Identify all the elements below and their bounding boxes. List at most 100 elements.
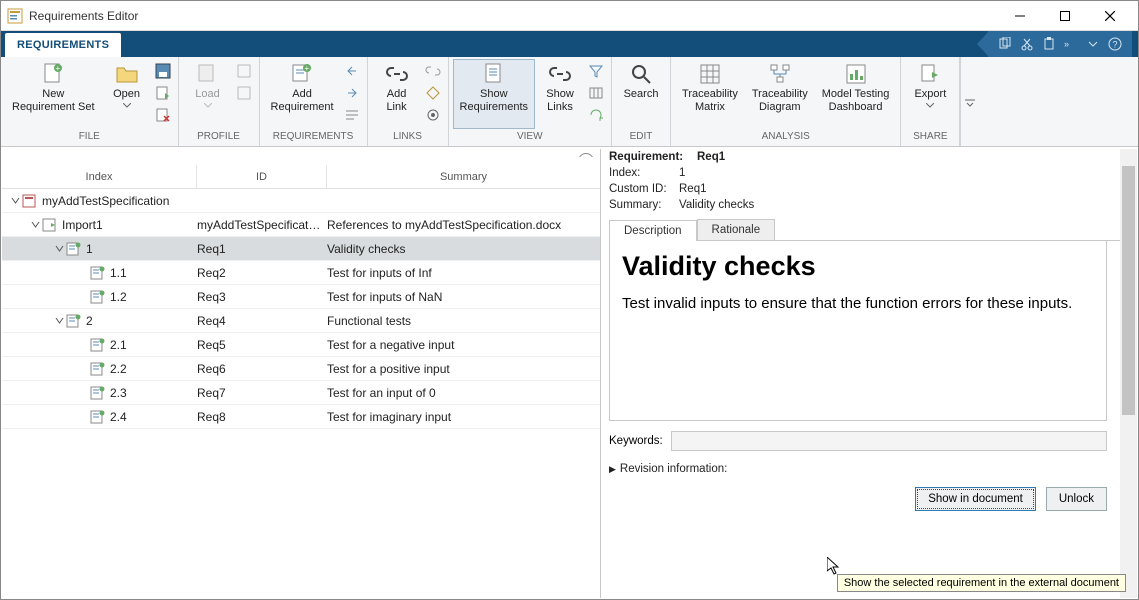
req-icon <box>66 241 82 257</box>
group-label-edit: EDIT <box>616 131 666 146</box>
cut-icon[interactable] <box>1016 33 1038 55</box>
row-summary: Functional tests <box>327 314 600 328</box>
tree-body[interactable]: myAddTestSpecificationImport1myAddTestSp… <box>2 189 600 598</box>
load-profile-button[interactable]: Load <box>183 59 233 129</box>
set-icon <box>22 193 38 209</box>
col-id[interactable]: ID <box>197 165 327 188</box>
link-tag-icon[interactable] <box>422 83 444 103</box>
tab-description[interactable]: Description <box>609 220 697 241</box>
req-icon <box>90 289 106 305</box>
revision-info-expander[interactable]: ▶ Revision information: <box>601 457 1137 481</box>
row-id: Req5 <box>197 338 327 352</box>
row-summary: Test for imaginary input <box>327 410 600 424</box>
row-index: 2 <box>86 314 93 328</box>
expand-toggle[interactable] <box>28 220 42 229</box>
details-pane: Requirement:Req1 Index:1 Custom ID:Req1 … <box>601 149 1137 598</box>
matrix-icon <box>698 62 722 86</box>
table-row[interactable]: 2.4Req8Test for imaginary input <box>2 405 600 429</box>
requirements-tree-pane: Index ID Summary myAddTestSpecificationI… <box>2 149 601 598</box>
add-requirement-button[interactable]: + Add Requirement <box>264 59 341 129</box>
label: Add Requirement <box>271 88 334 113</box>
expand-toggle[interactable] <box>52 316 66 325</box>
row-summary: Test for an input of 0 <box>327 386 600 400</box>
new-requirement-set-button[interactable]: + New Requirement Set <box>5 59 102 129</box>
show-in-document-button[interactable]: Show in document <box>915 487 1036 511</box>
expand-toggle[interactable] <box>52 244 66 253</box>
justify-icon[interactable] <box>341 105 363 125</box>
table-row[interactable]: 1.2Req3Test for inputs of NaN <box>2 285 600 309</box>
expand-toggle[interactable] <box>8 196 22 205</box>
row-index: 2.3 <box>110 386 127 400</box>
mouse-cursor <box>827 557 841 575</box>
search-button[interactable]: Search <box>616 59 666 129</box>
traceability-matrix-button[interactable]: Traceability Matrix <box>675 59 745 129</box>
row-summary: Test for a negative input <box>327 338 600 352</box>
label: Show Requirements <box>460 88 528 113</box>
show-requirements-button[interactable]: Show Requirements <box>453 59 535 129</box>
refresh-icon[interactable] <box>585 105 607 125</box>
import-icon[interactable] <box>152 83 174 103</box>
row-id: Req7 <box>197 386 327 400</box>
table-row[interactable]: 2.2Req6Test for a positive input <box>2 357 600 381</box>
row-index: 1.2 <box>110 290 127 304</box>
table-row[interactable]: 2.3 Req7Test for an input of 0 <box>2 381 600 405</box>
save-icon[interactable] <box>152 61 174 81</box>
req-icon <box>90 409 106 425</box>
row-index: 2.4 <box>110 410 127 424</box>
description-title: Validity checks <box>622 251 1094 282</box>
table-row[interactable]: myAddTestSpecification <box>2 189 600 213</box>
filter-icon[interactable] <box>585 61 607 81</box>
table-row[interactable]: 1.1Req2Test for inputs of Inf <box>2 261 600 285</box>
group-label-profile: PROFILE <box>183 131 255 146</box>
table-row[interactable]: Import1myAddTestSpecificationReferences … <box>2 213 600 237</box>
copy-icon[interactable] <box>994 33 1016 55</box>
promote-icon[interactable] <box>341 61 363 81</box>
traceability-diagram-button[interactable]: Traceability Diagram <box>745 59 815 129</box>
tab-rationale[interactable]: Rationale <box>697 219 776 240</box>
demote-icon[interactable] <box>341 83 363 103</box>
row-id: Req3 <box>197 290 327 304</box>
row-index: Import1 <box>62 218 103 232</box>
ribbon: + New Requirement Set Open FILE Load <box>1 57 1138 147</box>
minimize-button[interactable] <box>997 2 1042 30</box>
main-area: Index ID Summary myAddTestSpecificationI… <box>2 149 1137 598</box>
tree-header: Index ID Summary <box>2 157 600 189</box>
row-summary: Test for inputs of Inf <box>327 266 600 280</box>
open-button[interactable]: Open <box>102 59 152 129</box>
collapse-ribbon-button[interactable] <box>960 57 978 146</box>
dropdown-icon[interactable] <box>1082 33 1104 55</box>
app-icon <box>7 8 23 24</box>
close-file-icon[interactable] <box>152 105 174 125</box>
window-title: Requirements Editor <box>29 9 138 23</box>
scrollbar[interactable] <box>1120 149 1137 598</box>
help-icon[interactable]: ? <box>1104 33 1126 55</box>
show-links-button[interactable]: Show Links <box>535 59 585 129</box>
col-index[interactable]: Index <box>2 165 197 188</box>
group-label-file: FILE <box>5 131 174 146</box>
keywords-input[interactable] <box>671 431 1107 451</box>
more-icon[interactable]: » <box>1060 33 1082 55</box>
link-gear-icon[interactable] <box>422 105 444 125</box>
unlock-button[interactable]: Unlock <box>1046 487 1107 511</box>
svg-text:?: ? <box>1113 40 1118 50</box>
keywords-label: Keywords: <box>609 435 671 447</box>
close-button[interactable] <box>1087 2 1132 30</box>
tab-requirements[interactable]: REQUIREMENTS <box>5 33 121 57</box>
table-row[interactable]: 1Req1Validity checks <box>2 237 600 261</box>
col-summary[interactable]: Summary <box>327 165 600 188</box>
table-row[interactable]: 2.1Req5Test for a negative input <box>2 333 600 357</box>
columns-icon[interactable] <box>585 83 607 103</box>
unlink-icon[interactable] <box>422 61 444 81</box>
export-button[interactable]: Export <box>905 59 955 129</box>
row-id: Req1 <box>197 242 327 256</box>
description-box[interactable]: Validity checks Test invalid inputs to e… <box>609 241 1107 421</box>
maximize-button[interactable] <box>1042 2 1087 30</box>
group-label-links: LINKS <box>372 131 444 146</box>
table-row[interactable]: 2Req4Functional tests <box>2 309 600 333</box>
add-link-button[interactable]: Add Link <box>372 59 422 129</box>
label: Traceability Diagram <box>752 88 808 113</box>
model-testing-dashboard-button[interactable]: Model Testing Dashboard <box>815 59 897 129</box>
paste-icon[interactable] <box>1038 33 1060 55</box>
add-requirement-icon: + <box>290 62 314 86</box>
req-icon <box>90 337 106 353</box>
